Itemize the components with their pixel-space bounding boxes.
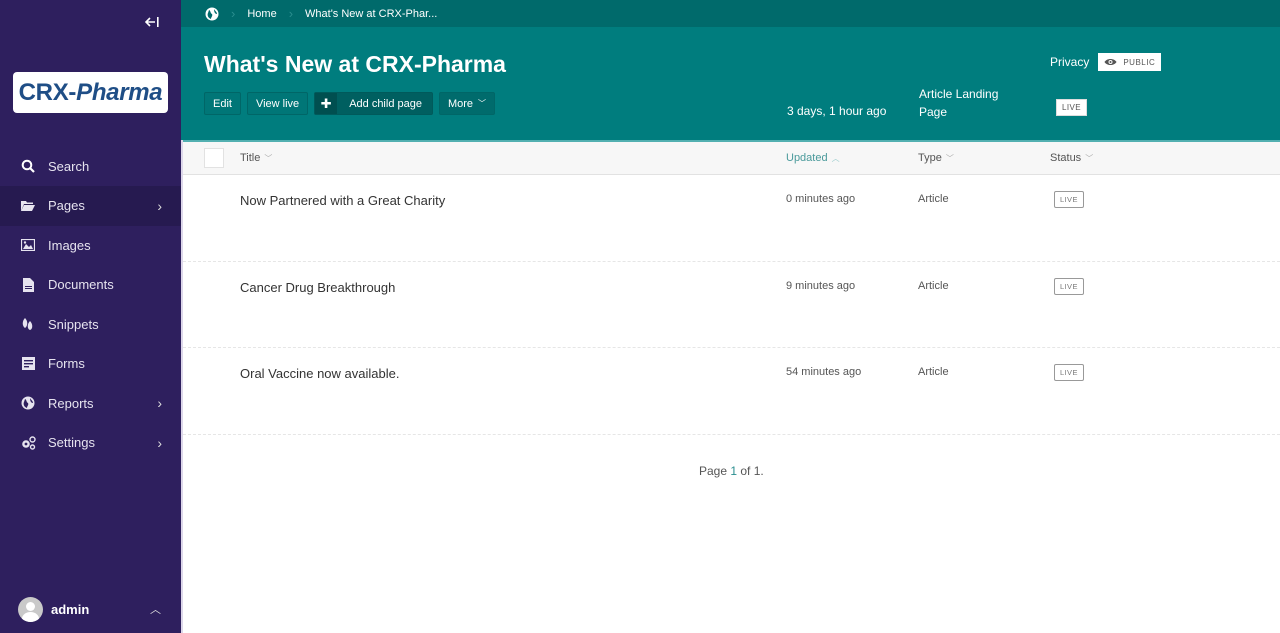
page-title: What's New at CRX-Pharma xyxy=(204,51,506,77)
chevron-down-icon: ﹀ xyxy=(945,154,954,163)
table-row[interactable]: Now Partnered with a Great Charity 0 min… xyxy=(183,175,1280,262)
row-updated: 0 minutes ago xyxy=(786,193,856,205)
sidebar-item-snippets[interactable]: Snippets xyxy=(0,305,181,345)
row-title[interactable]: Cancer Drug Breakthrough xyxy=(240,280,395,295)
sidebar-item-documents[interactable]: Documents xyxy=(0,265,181,305)
breadcrumb: › Home › What's New at CRX-Phar... xyxy=(181,0,1280,27)
sidebar-item-forms[interactable]: Forms xyxy=(0,344,181,384)
table-header: Title ﹀ Updated ︿ Type ﹀ Status ﹀ xyxy=(183,140,1280,175)
status-badge: LIVE xyxy=(1054,191,1084,208)
globe-report-icon xyxy=(20,395,36,411)
sidebar-item-label: Images xyxy=(48,237,91,253)
page-status: LIVE xyxy=(1056,97,1087,116)
cogs-icon xyxy=(20,435,36,451)
column-status-label: Status xyxy=(1050,152,1082,164)
breadcrumb-home[interactable]: Home xyxy=(247,8,276,20)
pagination-prefix: Page xyxy=(699,464,731,478)
sidebar-item-pages[interactable]: Pages › xyxy=(0,186,181,226)
username: admin xyxy=(51,601,90,617)
column-header-status[interactable]: Status ﹀ xyxy=(1050,152,1093,164)
table-row[interactable]: Oral Vaccine now available. 54 minutes a… xyxy=(183,348,1280,435)
sidebar: CRX- Pharma Search Pages › Images Docume… xyxy=(0,0,181,633)
column-header-type[interactable]: Type ﹀ xyxy=(918,152,954,164)
breadcrumb-separator: › xyxy=(231,6,236,21)
logo-text-part1: CRX- xyxy=(18,78,77,106)
snippet-icon xyxy=(20,316,36,332)
select-all-checkbox[interactable] xyxy=(204,148,224,168)
sidebar-item-label: Snippets xyxy=(48,316,99,332)
chevron-down-icon: ﹀ xyxy=(478,99,487,108)
breadcrumb-current[interactable]: What's New at CRX-Phar... xyxy=(305,8,437,20)
column-header-updated[interactable]: Updated ︿ xyxy=(786,152,840,164)
status-badge: LIVE xyxy=(1054,277,1084,295)
page-type: Article Landing Page xyxy=(919,87,999,119)
status-badge: LIVE xyxy=(1056,99,1087,116)
logo[interactable]: CRX- Pharma xyxy=(13,72,168,113)
row-type: Article xyxy=(918,279,949,292)
sidebar-item-reports[interactable]: Reports › xyxy=(0,384,181,424)
privacy-button[interactable]: PUBLIC xyxy=(1098,53,1162,71)
column-header-title[interactable]: Title ﹀ xyxy=(240,152,272,164)
globe-icon[interactable] xyxy=(205,7,219,21)
sidebar-item-label: Forms xyxy=(48,356,85,372)
column-type-label: Type xyxy=(918,152,942,164)
page-updated: 3 days, 1 hour ago xyxy=(787,104,887,118)
chevron-right-icon: › xyxy=(157,434,162,451)
privacy: Privacy PUBLIC xyxy=(1050,53,1162,71)
form-icon xyxy=(20,356,36,372)
column-title-label: Title xyxy=(240,152,261,164)
edit-button[interactable]: Edit xyxy=(204,92,241,115)
pagination: Page 1 of 1. xyxy=(699,464,764,478)
sidebar-item-label: Reports xyxy=(48,395,94,411)
privacy-value: PUBLIC xyxy=(1123,57,1156,67)
logo-text-part2: Pharma xyxy=(76,78,163,106)
chevron-down-icon: ﹀ xyxy=(1085,154,1094,163)
sidebar-item-images[interactable]: Images xyxy=(0,226,181,266)
add-child-page-button[interactable]: ✚ Add child page xyxy=(314,92,433,115)
sidebar-item-label: Documents xyxy=(48,277,114,293)
page-list: Now Partnered with a Great Charity 0 min… xyxy=(183,175,1280,435)
row-title[interactable]: Oral Vaccine now available. xyxy=(240,366,399,381)
row-updated: 9 minutes ago xyxy=(786,279,856,292)
chevron-up-icon: ︿ xyxy=(831,154,840,163)
row-updated: 54 minutes ago xyxy=(786,366,862,378)
row-type: Article xyxy=(918,366,949,378)
table-row[interactable]: Cancer Drug Breakthrough 9 minutes ago A… xyxy=(183,262,1280,348)
chevron-right-icon: › xyxy=(157,395,162,412)
pagination-total: 1. xyxy=(753,464,764,478)
row-title[interactable]: Now Partnered with a Great Charity xyxy=(240,193,445,208)
search-label: Search xyxy=(48,158,90,174)
search-icon xyxy=(20,158,36,174)
breadcrumb-separator: › xyxy=(288,6,294,21)
privacy-label: Privacy xyxy=(1050,55,1090,69)
status-badge: LIVE xyxy=(1054,364,1084,381)
more-label: More xyxy=(447,97,474,110)
chevron-down-icon: ﹀ xyxy=(264,154,273,163)
chevron-up-icon: ︿ xyxy=(150,604,161,616)
arrow-left-to-line-icon xyxy=(144,17,159,27)
collapse-sidebar-button[interactable] xyxy=(143,14,161,32)
plus-icon: ✚ xyxy=(315,93,338,114)
sidebar-item-label: Settings xyxy=(48,435,95,451)
column-updated-label: Updated xyxy=(786,152,828,164)
document-icon xyxy=(20,277,36,293)
pagination-middle: of xyxy=(737,464,754,478)
page-actions: Edit View live ✚ Add child page More ﹀ xyxy=(204,92,496,115)
view-live-button[interactable]: View live xyxy=(246,92,309,115)
user-menu[interactable]: admin ︿ xyxy=(0,585,181,633)
avatar xyxy=(18,596,43,622)
sidebar-item-settings[interactable]: Settings › xyxy=(0,423,181,463)
more-button[interactable]: More ﹀ xyxy=(438,92,496,115)
eye-icon xyxy=(1104,58,1117,66)
image-icon xyxy=(20,237,36,253)
folder-open-icon xyxy=(20,198,36,214)
sidebar-nav: Search Pages › Images Documents Snippets… xyxy=(0,146,181,463)
page-header: › Home › What's New at CRX-Phar... What'… xyxy=(181,0,1280,140)
sidebar-item-label: Pages xyxy=(48,198,85,214)
sidebar-search[interactable]: Search xyxy=(0,146,181,186)
add-child-page-label: Add child page xyxy=(349,97,422,110)
row-type: Article xyxy=(918,193,949,205)
chevron-right-icon: › xyxy=(157,197,162,214)
